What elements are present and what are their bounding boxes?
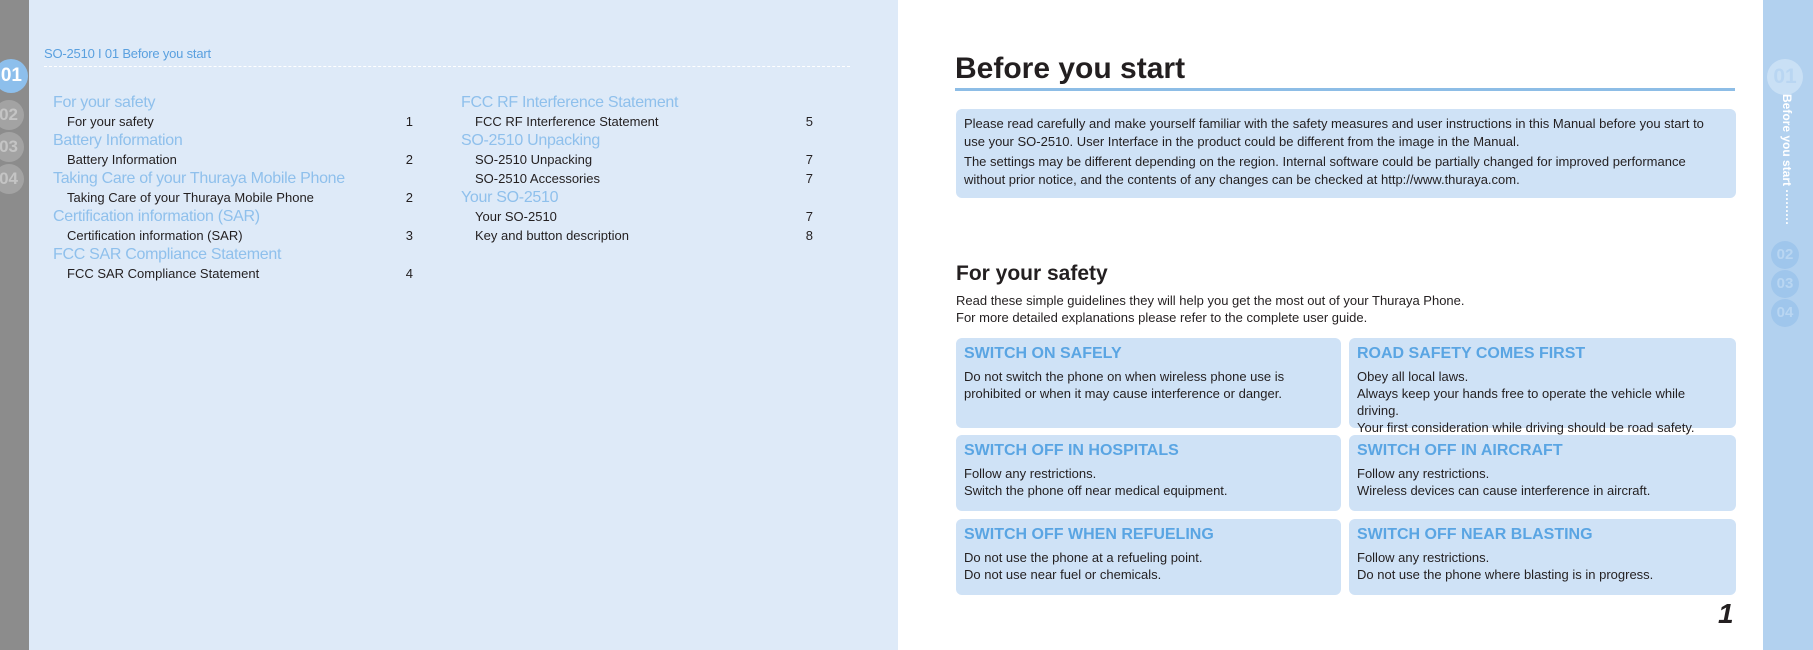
toc-entry-label[interactable]: Battery Information (67, 152, 177, 167)
toc-heading: FCC RF Interference Statement (461, 94, 679, 111)
section-intro-line: Read these simple guidelines they will h… (956, 293, 1465, 308)
safety-card-text: Do not switch the phone on when wireless… (964, 369, 1285, 401)
toc-page-number: 5 (805, 114, 813, 129)
safety-card-text: Do not use near fuel or chemicals. (964, 567, 1162, 582)
toc-page-number: 3 (405, 228, 413, 243)
safety-card-text: Follow any restrictions. (1357, 550, 1490, 565)
intro-text: The settings may be different depending … (964, 154, 1686, 187)
safety-card: SWITCH ON SAFELY Do not switch the phone … (956, 338, 1341, 428)
toc-entry[interactable]: Certification information (SAR) 3 (53, 226, 413, 245)
safety-card-text: Obey all local laws. (1357, 369, 1469, 384)
safety-card: ROAD SAFETY COMES FIRST Obey all local la… (1349, 338, 1736, 435)
safety-card-title: ROAD SAFETY COMES FIRST (1357, 345, 1586, 362)
title-rule (955, 88, 1735, 91)
side-tab-04[interactable]: 04 (1771, 299, 1799, 327)
safety-card-title: SWITCH OFF IN AIRCRAFT (1357, 442, 1563, 459)
safety-card-title: SWITCH OFF NEAR BLASTING (1357, 526, 1593, 543)
toc-page-number: 7 (805, 209, 813, 224)
safety-card-text: Your first consideration while driving s… (1357, 420, 1695, 435)
safety-card: SWITCH OFF WHEN REFUELING Do not use the … (956, 519, 1341, 595)
safety-card: SWITCH OFF NEAR BLASTING Follow any restr… (1349, 519, 1736, 595)
chapter-strip (0, 0, 29, 650)
toc-entry-label[interactable]: Certification information (SAR) (67, 228, 243, 243)
toc-entry[interactable]: FCC RF Interference Statement 5 (461, 112, 813, 131)
safety-card-text: Follow any restrictions. (1357, 466, 1490, 481)
toc-page-number: 8 (805, 228, 813, 243)
side-tab-03[interactable]: 03 (1771, 270, 1799, 298)
toc-heading: SO-2510 Unpacking (461, 132, 600, 149)
toc-entry[interactable]: SO-2510 Unpacking 7 (461, 150, 813, 169)
toc-heading: Taking Care of your Thuraya Mobile Phone (53, 170, 345, 187)
toc-heading: Certification information (SAR) (53, 208, 260, 225)
safety-card-text: Do not use the phone at a refueling poin… (964, 550, 1203, 565)
side-tab-01[interactable]: 01 (1767, 59, 1803, 95)
toc-heading: Battery Information (53, 132, 183, 149)
toc-page-number: 1 (405, 114, 413, 129)
section-intro: Read these simple guidelines they will h… (956, 292, 1465, 326)
safety-card-text: Do not use the phone where blasting is i… (1357, 567, 1654, 582)
toc-page-number: 4 (405, 266, 413, 281)
page-title: Before you start (955, 52, 1186, 85)
safety-card-text: Switch the phone off near medical equipm… (964, 483, 1228, 498)
divider (44, 66, 850, 67)
toc-entry[interactable]: FCC SAR Compliance Statement 4 (53, 264, 413, 283)
safety-card: SWITCH OFF IN AIRCRAFT Follow any restric… (1349, 435, 1736, 511)
safety-card-title: SWITCH OFF IN HOSPITALS (964, 442, 1179, 459)
page-number: 1 (1718, 598, 1734, 629)
safety-card-text: Wireless devices can cause interference … (1357, 483, 1651, 498)
toc-entry-label[interactable]: FCC RF Interference Statement (475, 114, 659, 129)
safety-card-text: Follow any restrictions. (964, 466, 1097, 481)
toc-page-number: 2 (405, 152, 413, 167)
safety-card: SWITCH OFF IN HOSPITALS Follow any restri… (956, 435, 1341, 511)
toc-entry-label[interactable]: Taking Care of your Thuraya Mobile Phone (67, 190, 314, 205)
toc-entry-label[interactable]: Your SO-2510 (475, 209, 557, 224)
toc-entry[interactable]: SO-2510 Accessories 7 (461, 169, 813, 188)
toc-page-number: 7 (805, 152, 813, 167)
safety-card-title: SWITCH ON SAFELY (964, 345, 1122, 362)
toc-entry[interactable]: Your SO-2510 7 (461, 207, 813, 226)
toc-heading: FCC SAR Compliance Statement (53, 246, 282, 263)
toc-entry-label[interactable]: SO-2510 Unpacking (475, 152, 592, 167)
side-tab-label: Before you start ········· (1780, 94, 1794, 226)
toc-entry[interactable]: Key and button description 8 (461, 226, 813, 245)
running-header: SO-2510 I 01 Before you start (44, 46, 211, 61)
side-tab-02[interactable]: 02 (1771, 241, 1799, 269)
toc-entry-label[interactable]: Key and button description (475, 228, 629, 243)
toc-page-number: 2 (405, 190, 413, 205)
toc-page-number: 7 (805, 171, 813, 186)
toc-entry[interactable]: Taking Care of your Thuraya Mobile Phone… (53, 188, 413, 207)
section-intro-line: For more detailed explanations please re… (956, 310, 1368, 325)
safety-card-title: SWITCH OFF WHEN REFUELING (964, 526, 1214, 543)
toc-entry-label[interactable]: FCC SAR Compliance Statement (67, 266, 259, 281)
section-heading: For your safety (956, 262, 1108, 285)
toc-entry-label[interactable]: For your safety (67, 114, 154, 129)
toc-heading: For your safety (53, 94, 156, 111)
safety-card-text: Always keep your hands free to operate t… (1357, 386, 1686, 418)
toc-entry-label[interactable]: SO-2510 Accessories (475, 171, 600, 186)
toc-heading: Your SO-2510 (461, 189, 559, 206)
toc-column: FCC RF Interference Statement FCC RF Inte… (461, 93, 813, 245)
intro-box: Please read carefully and make yourself … (956, 109, 1736, 198)
toc-entry[interactable]: For your safety 1 (53, 112, 413, 131)
toc-column: For your safety For your safety 1 Battery I… (53, 93, 413, 283)
intro-text: Please read carefully and make yourself … (964, 116, 1704, 149)
toc-entry[interactable]: Battery Information 2 (53, 150, 413, 169)
